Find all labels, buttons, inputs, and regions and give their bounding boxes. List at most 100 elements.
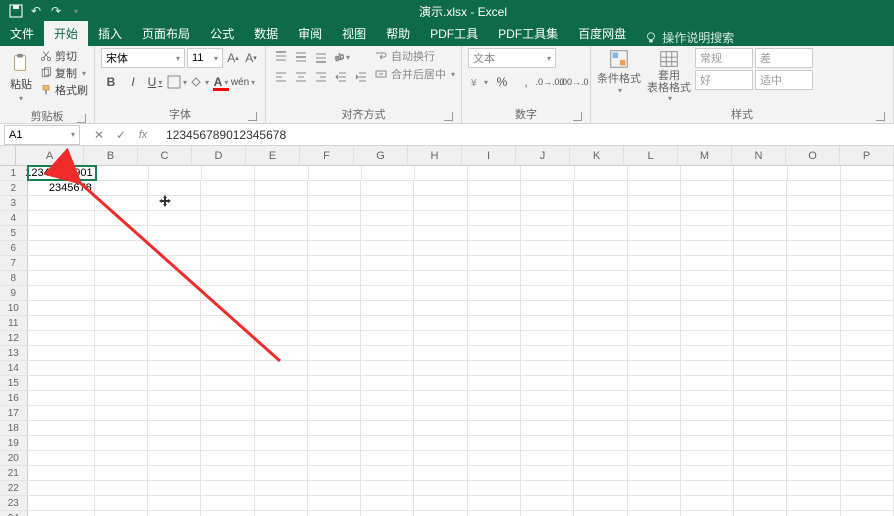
cell[interactable] (255, 346, 308, 360)
cell[interactable] (28, 211, 95, 225)
cell[interactable] (681, 196, 734, 210)
tab-PDF工具集[interactable]: PDF工具集 (488, 21, 568, 46)
cell[interactable] (628, 466, 681, 480)
cell[interactable] (362, 166, 415, 180)
cell[interactable] (28, 286, 95, 300)
column-header[interactable]: I (462, 146, 516, 165)
cell[interactable] (734, 511, 787, 516)
cell[interactable] (734, 376, 787, 390)
cell[interactable] (201, 181, 254, 195)
cell[interactable] (308, 241, 361, 255)
cell[interactable] (255, 211, 308, 225)
cell[interactable] (574, 181, 627, 195)
cell[interactable] (201, 496, 254, 510)
decrease-font-button[interactable]: A▾ (243, 48, 259, 68)
cell[interactable] (574, 391, 627, 405)
cell[interactable] (414, 421, 467, 435)
cell[interactable] (308, 391, 361, 405)
spreadsheet-grid[interactable]: ABCDEFGHIJKLMNOP 11234567890122345678345… (0, 146, 894, 516)
cell[interactable] (734, 181, 787, 195)
cell[interactable] (95, 181, 148, 195)
cell[interactable] (309, 166, 362, 180)
cell[interactable] (734, 421, 787, 435)
cell[interactable] (841, 496, 894, 510)
cell[interactable] (841, 256, 894, 270)
cell[interactable] (574, 256, 627, 270)
cell[interactable] (841, 316, 894, 330)
decrease-indent-button[interactable] (332, 68, 350, 86)
cell[interactable] (521, 466, 574, 480)
cell[interactable] (574, 241, 627, 255)
cell[interactable] (28, 316, 95, 330)
cell[interactable] (255, 301, 308, 315)
cell[interactable] (308, 511, 361, 516)
font-color-button[interactable]: A▾ (211, 72, 231, 92)
cell[interactable] (734, 331, 787, 345)
cell[interactable] (628, 271, 681, 285)
cell[interactable] (574, 271, 627, 285)
cell[interactable] (308, 361, 361, 375)
cell[interactable] (95, 451, 148, 465)
copy-button[interactable]: 复制▾ (40, 65, 88, 81)
cell[interactable] (521, 346, 574, 360)
cell[interactable] (308, 196, 361, 210)
cell[interactable] (148, 436, 201, 450)
cell[interactable] (28, 391, 95, 405)
cell[interactable] (787, 196, 840, 210)
cell[interactable] (255, 271, 308, 285)
column-header[interactable]: J (516, 146, 570, 165)
cell[interactable] (681, 316, 734, 330)
cell[interactable] (681, 391, 734, 405)
cell[interactable] (628, 421, 681, 435)
cell[interactable] (148, 406, 201, 420)
cell[interactable] (628, 331, 681, 345)
cell[interactable] (841, 211, 894, 225)
cell[interactable] (414, 181, 467, 195)
cell[interactable] (734, 226, 787, 240)
cell[interactable] (308, 376, 361, 390)
tab-帮助[interactable]: 帮助 (376, 21, 420, 46)
cell[interactable] (628, 391, 681, 405)
cell[interactable] (468, 226, 521, 240)
cell[interactable] (414, 511, 467, 516)
column-header[interactable]: P (840, 146, 894, 165)
cell[interactable] (787, 286, 840, 300)
cell[interactable] (361, 316, 414, 330)
formula-input[interactable]: 123456789012345678 (158, 128, 894, 142)
cell[interactable] (95, 481, 148, 495)
cell[interactable] (414, 301, 467, 315)
cell[interactable] (95, 211, 148, 225)
cell[interactable] (95, 331, 148, 345)
cell[interactable] (361, 376, 414, 390)
cell[interactable] (414, 331, 467, 345)
cell[interactable] (201, 481, 254, 495)
cell[interactable] (201, 331, 254, 345)
cell[interactable] (574, 301, 627, 315)
align-bottom-button[interactable] (312, 48, 330, 66)
cell[interactable] (414, 361, 467, 375)
cell[interactable] (787, 301, 840, 315)
cell[interactable] (841, 286, 894, 300)
cell[interactable] (308, 256, 361, 270)
cell[interactable] (841, 241, 894, 255)
cell[interactable] (574, 226, 627, 240)
cell[interactable] (841, 346, 894, 360)
cell[interactable] (841, 196, 894, 210)
cell[interactable] (95, 376, 148, 390)
tab-视图[interactable]: 视图 (332, 21, 376, 46)
cell[interactable] (361, 241, 414, 255)
insert-function-button[interactable]: fx (136, 128, 150, 142)
cell[interactable] (201, 466, 254, 480)
cell[interactable] (628, 511, 681, 516)
cell[interactable] (734, 436, 787, 450)
cell[interactable] (681, 361, 734, 375)
cell[interactable] (148, 421, 201, 435)
cell[interactable] (787, 316, 840, 330)
row-header[interactable]: 15 (0, 376, 28, 390)
align-top-button[interactable] (272, 48, 290, 66)
cell[interactable] (628, 241, 681, 255)
cell[interactable] (28, 241, 95, 255)
cell[interactable] (28, 361, 95, 375)
cell[interactable] (28, 481, 95, 495)
cell[interactable] (201, 511, 254, 516)
